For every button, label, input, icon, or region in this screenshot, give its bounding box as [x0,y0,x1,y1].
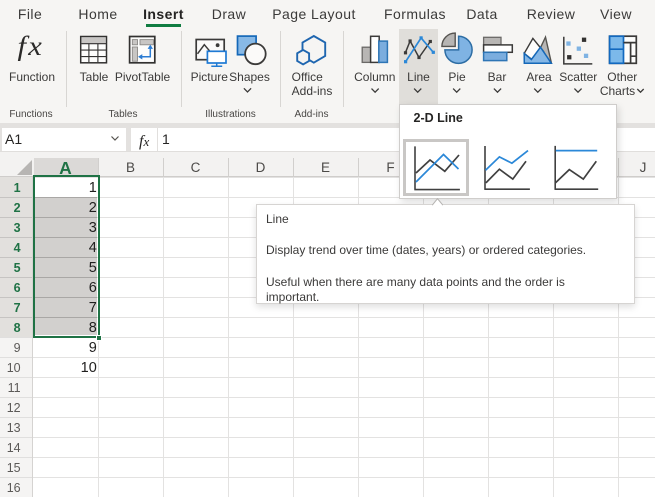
svg-text:fx: fx [18,32,45,62]
